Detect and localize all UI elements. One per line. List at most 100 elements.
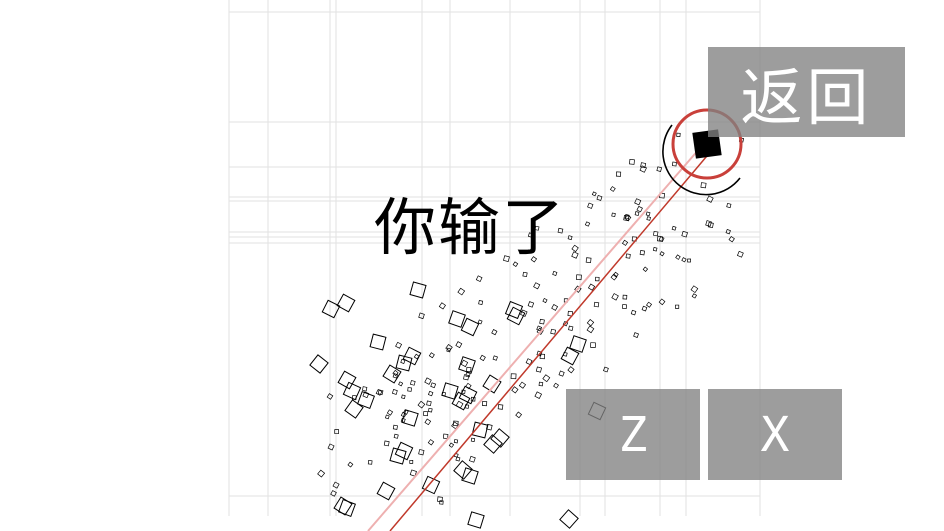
note-square: [550, 328, 557, 335]
note-square: [391, 389, 398, 395]
note-square: [442, 433, 449, 440]
note-square: [538, 381, 544, 387]
note-square: [369, 333, 387, 351]
note-square: [551, 304, 559, 311]
note-square: [558, 370, 565, 377]
note-square: [455, 341, 463, 349]
note-square: [401, 409, 419, 427]
note-square: [376, 481, 396, 501]
note-square: [533, 282, 541, 290]
note-square: [427, 390, 434, 397]
note-square: [427, 439, 435, 446]
note-square: [424, 377, 432, 385]
note-square: [384, 414, 390, 420]
note-square: [568, 325, 574, 331]
note-square: [477, 319, 483, 325]
note-square: [469, 455, 476, 463]
note-square: [423, 411, 429, 417]
note-square: [622, 304, 627, 309]
note-square: [542, 374, 551, 383]
note-square: [344, 399, 364, 419]
note-square: [585, 257, 592, 264]
note-square: [639, 250, 645, 256]
game-stage[interactable]: 你输了 返回 Z X: [0, 0, 944, 531]
note-square: [401, 394, 406, 400]
note-square: [630, 309, 637, 316]
note-square: [629, 158, 635, 165]
note-square: [467, 511, 485, 529]
back-button[interactable]: 返回: [708, 47, 905, 137]
note-square: [395, 341, 403, 349]
note-square: [615, 171, 622, 177]
note-square: [603, 366, 609, 373]
note-square: [687, 258, 691, 263]
note-square: [691, 293, 698, 299]
note-square: [726, 202, 732, 209]
note-square: [455, 400, 464, 409]
note-square: [518, 381, 527, 389]
note-square: [455, 456, 461, 462]
note-square: [347, 461, 354, 468]
note-square: [482, 400, 488, 407]
note-square: [479, 354, 486, 362]
note-square: [575, 274, 582, 281]
note-square: [438, 302, 446, 310]
note-square: [681, 257, 687, 263]
note-square: [490, 428, 510, 448]
note-square: [393, 433, 399, 439]
note-square: [362, 386, 368, 392]
note-square: [483, 434, 503, 454]
note-square: [656, 166, 663, 172]
note-square: [652, 247, 658, 252]
note-square: [492, 355, 498, 361]
note-square: [586, 325, 595, 334]
note-square: [470, 437, 476, 442]
note-square: [439, 500, 444, 505]
note-square: [321, 299, 341, 319]
note-square: [418, 449, 425, 456]
note-square: [534, 391, 543, 399]
note-square: [392, 424, 398, 430]
note-square: [478, 300, 484, 305]
note-square: [409, 380, 416, 386]
note-square: [460, 317, 480, 337]
note-square: [672, 161, 677, 167]
note-square: [559, 509, 579, 529]
note-square: [421, 475, 441, 495]
note-square: [402, 346, 422, 366]
note-square: [634, 211, 640, 216]
note-square: [491, 329, 498, 336]
note-square: [553, 382, 559, 389]
note-square: [337, 498, 357, 518]
note-square: [636, 205, 643, 213]
note-square: [646, 301, 653, 308]
note-square: [430, 382, 437, 389]
note-square: [334, 429, 339, 434]
note-square: [571, 244, 579, 253]
note-square: [464, 404, 470, 409]
note-square: [676, 132, 681, 138]
note-square: [595, 276, 600, 282]
note-square: [596, 195, 603, 201]
note-square: [428, 352, 435, 359]
note-square: [453, 439, 459, 444]
note-square: [511, 386, 519, 394]
game-over-text: 你输了: [374, 191, 567, 264]
note-square: [515, 411, 523, 419]
note-square: [552, 270, 558, 277]
note-square: [659, 251, 665, 257]
note-square: [633, 332, 639, 338]
z-key-button[interactable]: Z: [566, 389, 700, 480]
note-square: [367, 460, 373, 465]
note-square: [527, 301, 535, 308]
note-square: [460, 359, 469, 368]
note-square: [522, 271, 528, 278]
note-square: [542, 297, 548, 304]
x-key-button[interactable]: X: [708, 389, 842, 480]
note-square: [625, 253, 631, 259]
note-square: [426, 400, 432, 407]
note-square: [510, 373, 517, 380]
note-square: [504, 300, 524, 320]
note-square: [571, 251, 579, 259]
note-square: [458, 356, 476, 374]
